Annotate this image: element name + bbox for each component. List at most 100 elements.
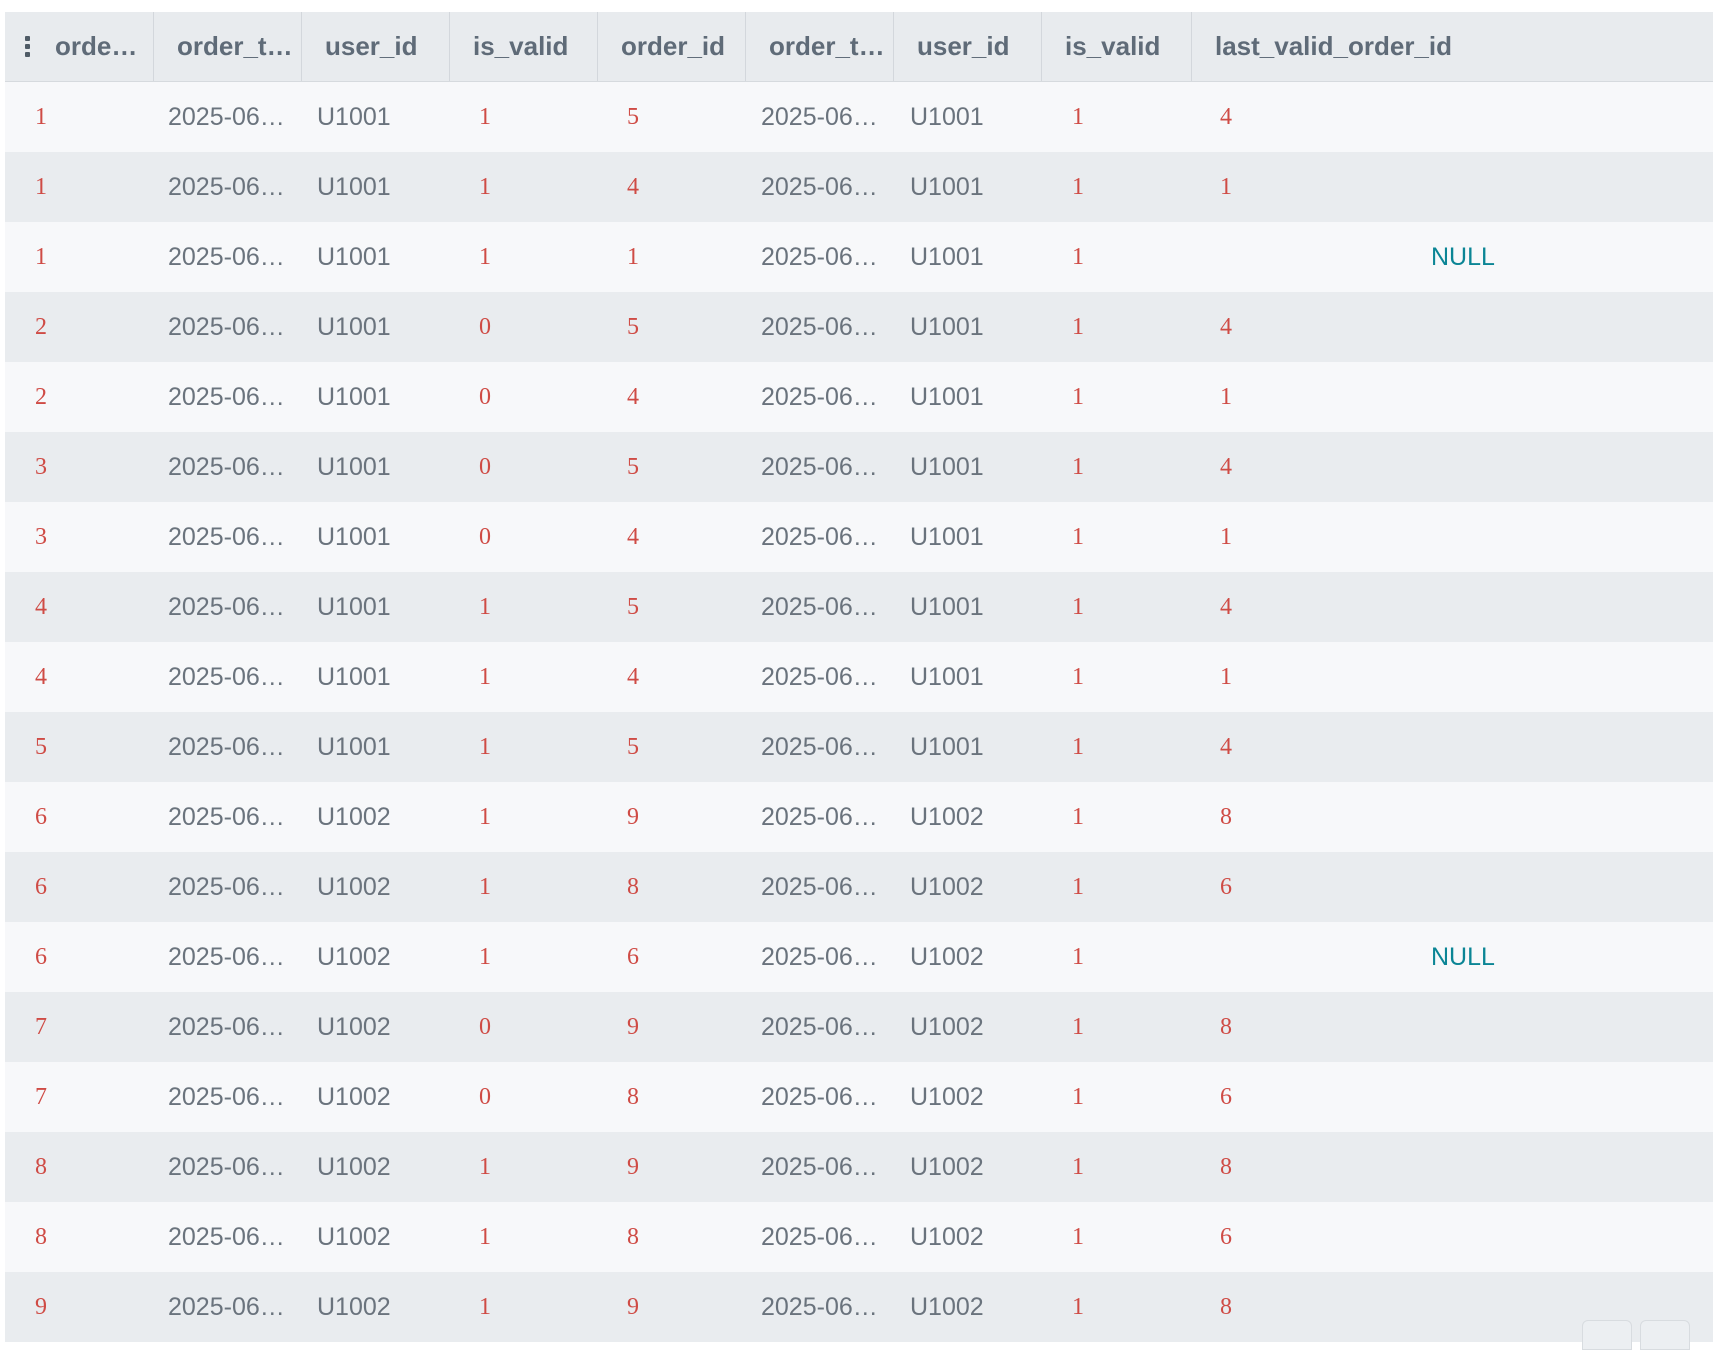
cell-user-id-2[interactable]: U1002 bbox=[910, 852, 984, 922]
cell-user-id-2[interactable]: U1001 bbox=[910, 502, 984, 572]
cell-is-valid-2[interactable]: 1 bbox=[1072, 432, 1084, 502]
cell-order-id-2[interactable]: 9 bbox=[627, 1272, 639, 1342]
table-row[interactable]: 9 2025-06… U1002 1 9 2025-06… U1002 1 8 bbox=[5, 1272, 1713, 1342]
cell-order-id[interactable]: 8 bbox=[35, 1202, 47, 1272]
table-row[interactable]: 5 2025-06… U1001 1 5 2025-06… U1001 1 4 bbox=[5, 712, 1713, 782]
cell-is-valid-2[interactable]: 1 bbox=[1072, 782, 1084, 852]
header-order-id[interactable]: orde… bbox=[5, 12, 154, 81]
cell-order-time[interactable]: 2025-06… bbox=[168, 852, 285, 922]
cell-order-id[interactable]: 2 bbox=[35, 362, 47, 432]
cell-user-id[interactable]: U1001 bbox=[317, 502, 391, 572]
cell-last-valid-order-id[interactable]: 8 bbox=[1220, 992, 1232, 1062]
cell-order-id-2[interactable]: 8 bbox=[627, 1062, 639, 1132]
cell-is-valid-2[interactable]: 1 bbox=[1072, 1132, 1084, 1202]
cell-order-time[interactable]: 2025-06… bbox=[168, 1062, 285, 1132]
cell-user-id[interactable]: U1001 bbox=[317, 572, 391, 642]
cell-order-time-2[interactable]: 2025-06… bbox=[761, 782, 878, 852]
cell-order-time-2[interactable]: 2025-06… bbox=[761, 922, 878, 992]
cell-user-id[interactable]: U1001 bbox=[317, 362, 391, 432]
cell-order-time-2[interactable]: 2025-06… bbox=[761, 292, 878, 362]
cell-user-id-2[interactable]: U1002 bbox=[910, 1132, 984, 1202]
cell-order-time[interactable]: 2025-06… bbox=[168, 222, 285, 292]
cell-last-valid-order-id[interactable]: 4 bbox=[1220, 572, 1232, 642]
cell-user-id-2[interactable]: U1001 bbox=[910, 82, 984, 152]
cell-is-valid[interactable]: 1 bbox=[479, 222, 491, 292]
cell-is-valid[interactable]: 1 bbox=[479, 782, 491, 852]
cell-is-valid-2[interactable]: 1 bbox=[1072, 852, 1084, 922]
cell-user-id[interactable]: U1002 bbox=[317, 922, 391, 992]
cell-is-valid-2[interactable]: 1 bbox=[1072, 1202, 1084, 1272]
cell-order-id-2[interactable]: 4 bbox=[627, 362, 639, 432]
cell-order-id-2[interactable]: 5 bbox=[627, 712, 639, 782]
cell-is-valid[interactable]: 0 bbox=[479, 992, 491, 1062]
cell-is-valid-2[interactable]: 1 bbox=[1072, 1272, 1084, 1342]
cell-user-id-2[interactable]: U1002 bbox=[910, 782, 984, 852]
cell-is-valid[interactable]: 1 bbox=[479, 922, 491, 992]
table-row[interactable]: 6 2025-06… U1002 1 6 2025-06… U1002 1 NULL bbox=[5, 922, 1713, 992]
table-row[interactable]: 4 2025-06… U1001 1 5 2025-06… U1001 1 4 bbox=[5, 572, 1713, 642]
header-user-id[interactable]: user_id bbox=[302, 12, 450, 81]
cell-last-valid-order-id[interactable]: 8 bbox=[1220, 782, 1232, 852]
table-row[interactable]: 6 2025-06… U1002 1 9 2025-06… U1002 1 8 bbox=[5, 782, 1713, 852]
cell-user-id[interactable]: U1001 bbox=[317, 432, 391, 502]
cell-user-id[interactable]: U1002 bbox=[317, 1062, 391, 1132]
cell-order-id-2[interactable]: 4 bbox=[627, 502, 639, 572]
cell-last-valid-order-id[interactable]: 6 bbox=[1220, 1202, 1232, 1272]
cell-order-time-2[interactable]: 2025-06… bbox=[761, 712, 878, 782]
grid-view-button[interactable] bbox=[1640, 1320, 1690, 1350]
cell-is-valid[interactable]: 1 bbox=[479, 1202, 491, 1272]
cell-order-time-2[interactable]: 2025-06… bbox=[761, 1062, 878, 1132]
cell-order-id[interactable]: 8 bbox=[35, 1132, 47, 1202]
cell-user-id-2[interactable]: U1001 bbox=[910, 572, 984, 642]
cell-user-id[interactable]: U1002 bbox=[317, 782, 391, 852]
cell-user-id-2[interactable]: U1002 bbox=[910, 992, 984, 1062]
cell-user-id-2[interactable]: U1002 bbox=[910, 922, 984, 992]
cell-order-time[interactable]: 2025-06… bbox=[168, 502, 285, 572]
cell-order-id-2[interactable]: 6 bbox=[627, 922, 639, 992]
cell-last-valid-order-id[interactable]: NULL bbox=[1431, 922, 1495, 992]
cell-is-valid[interactable]: 0 bbox=[479, 502, 491, 572]
cell-order-time[interactable]: 2025-06… bbox=[168, 362, 285, 432]
cell-order-time-2[interactable]: 2025-06… bbox=[761, 1132, 878, 1202]
cell-last-valid-order-id[interactable]: 1 bbox=[1220, 502, 1232, 572]
cell-user-id-2[interactable]: U1001 bbox=[910, 642, 984, 712]
cell-order-id-2[interactable]: 4 bbox=[627, 152, 639, 222]
cell-order-time[interactable]: 2025-06… bbox=[168, 642, 285, 712]
cell-is-valid[interactable]: 0 bbox=[479, 432, 491, 502]
table-row[interactable]: 7 2025-06… U1002 0 9 2025-06… U1002 1 8 bbox=[5, 992, 1713, 1062]
cell-is-valid[interactable]: 0 bbox=[479, 1062, 491, 1132]
cell-user-id[interactable]: U1001 bbox=[317, 82, 391, 152]
cell-user-id-2[interactable]: U1002 bbox=[910, 1062, 984, 1132]
cell-is-valid[interactable]: 1 bbox=[479, 1272, 491, 1342]
cell-order-id-2[interactable]: 4 bbox=[627, 642, 639, 712]
table-row[interactable]: 1 2025-06… U1001 1 1 2025-06… U1001 1 NULL bbox=[5, 222, 1713, 292]
cell-last-valid-order-id[interactable]: 4 bbox=[1220, 712, 1232, 782]
cell-last-valid-order-id[interactable]: 1 bbox=[1220, 642, 1232, 712]
cell-order-time[interactable]: 2025-06… bbox=[168, 152, 285, 222]
cell-order-id[interactable]: 1 bbox=[35, 152, 47, 222]
cell-order-id-2[interactable]: 9 bbox=[627, 782, 639, 852]
header-order-time-2[interactable]: order_t… bbox=[746, 12, 894, 81]
cell-last-valid-order-id[interactable]: 1 bbox=[1220, 362, 1232, 432]
cell-user-id[interactable]: U1002 bbox=[317, 1272, 391, 1342]
cell-order-id-2[interactable]: 5 bbox=[627, 432, 639, 502]
cell-is-valid-2[interactable]: 1 bbox=[1072, 922, 1084, 992]
cell-order-time-2[interactable]: 2025-06… bbox=[761, 1202, 878, 1272]
cell-order-time-2[interactable]: 2025-06… bbox=[761, 572, 878, 642]
cell-is-valid-2[interactable]: 1 bbox=[1072, 642, 1084, 712]
cell-order-id[interactable]: 1 bbox=[35, 82, 47, 152]
cell-order-time[interactable]: 2025-06… bbox=[168, 292, 285, 362]
cell-is-valid[interactable]: 1 bbox=[479, 1132, 491, 1202]
cell-user-id[interactable]: U1002 bbox=[317, 1202, 391, 1272]
table-row[interactable]: 3 2025-06… U1001 0 4 2025-06… U1001 1 1 bbox=[5, 502, 1713, 572]
cell-order-id[interactable]: 6 bbox=[35, 852, 47, 922]
cell-user-id[interactable]: U1001 bbox=[317, 222, 391, 292]
cell-is-valid[interactable]: 1 bbox=[479, 712, 491, 782]
cell-order-id[interactable]: 9 bbox=[35, 1272, 47, 1342]
cell-order-id[interactable]: 6 bbox=[35, 782, 47, 852]
table-row[interactable]: 4 2025-06… U1001 1 4 2025-06… U1001 1 1 bbox=[5, 642, 1713, 712]
table-row[interactable]: 7 2025-06… U1002 0 8 2025-06… U1002 1 6 bbox=[5, 1062, 1713, 1132]
cell-order-time-2[interactable]: 2025-06… bbox=[761, 502, 878, 572]
table-row[interactable]: 1 2025-06… U1001 1 5 2025-06… U1001 1 4 bbox=[5, 82, 1713, 152]
cell-last-valid-order-id[interactable]: 4 bbox=[1220, 432, 1232, 502]
